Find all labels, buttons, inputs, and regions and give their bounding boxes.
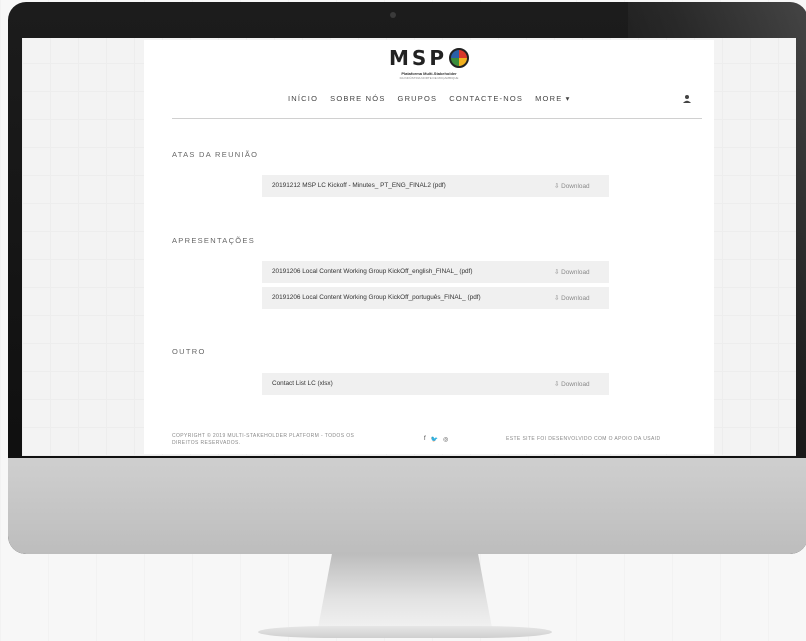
- nav-more-dropdown[interactable]: MORE ▾: [535, 94, 571, 103]
- webpage: MSP Plataforma Multi-Stakeholder DA INDÚ…: [144, 40, 714, 454]
- section-title-minutes: ATAS DA REUNIÃO: [172, 150, 259, 159]
- file-name[interactable]: 20191212 MSP LC Kickoff - Minutes_ PT_EN…: [272, 182, 446, 189]
- site-logo[interactable]: MSP Plataforma Multi-Stakeholder DA INDÚ…: [144, 46, 714, 80]
- facebook-icon[interactable]: f: [424, 436, 426, 443]
- twitter-icon[interactable]: 🐦: [431, 436, 438, 443]
- logo-text: MSP: [389, 46, 447, 70]
- file-name[interactable]: Contact List LC (xlsx): [272, 380, 333, 387]
- user-icon[interactable]: [682, 94, 692, 104]
- download-button[interactable]: ⇩ Download: [554, 380, 590, 388]
- download-button[interactable]: ⇩ Download: [554, 182, 590, 190]
- download-button[interactable]: ⇩ Download: [554, 294, 590, 302]
- file-row: 20191206 Local Content Working Group Kic…: [262, 287, 609, 309]
- file-name[interactable]: 20191206 Local Content Working Group Kic…: [272, 268, 472, 275]
- file-row: 20191212 MSP LC Kickoff - Minutes_ PT_EN…: [262, 175, 609, 197]
- section-title-presentations: APRESENTAÇÕES: [172, 236, 256, 245]
- footer-copyright: COPYRIGHT © 2019 MULTI-STAKEHOLDER PLATF…: [172, 433, 355, 446]
- file-row: Contact List LC (xlsx) ⇩ Download: [262, 373, 609, 395]
- nav-sobre-nos[interactable]: SOBRE NÓS: [330, 94, 385, 103]
- camera-dot: [390, 12, 396, 18]
- main-nav: INÍCIO SOBRE NÓS GRUPOS CONTACTE-NOS MOR…: [144, 94, 714, 108]
- monitor-chin: [8, 458, 806, 554]
- nav-divider: [172, 118, 702, 119]
- monitor-stand-base: [258, 626, 552, 638]
- monitor-stand: [318, 554, 492, 628]
- footer-social-links: f 🐦 ◎: [424, 436, 448, 443]
- logo-tagline: DA INDÚSTRIA NORTE DE MOÇAMBIQUE: [399, 76, 459, 80]
- footer-credit: ESTE SITE FOI DESENVOLVIDO COM O APOIO D…: [506, 436, 661, 442]
- instagram-icon[interactable]: ◎: [443, 436, 448, 443]
- file-name[interactable]: 20191206 Local Content Working Group Kic…: [272, 294, 481, 301]
- nav-contacte-nos[interactable]: CONTACTE-NOS: [449, 94, 523, 103]
- download-button[interactable]: ⇩ Download: [554, 268, 590, 276]
- file-row: 20191206 Local Content Working Group Kic…: [262, 261, 609, 283]
- section-title-other: OUTRO: [172, 347, 206, 356]
- logo-mark-icon: [448, 48, 469, 68]
- nav-grupos[interactable]: GRUPOS: [398, 94, 438, 103]
- nav-inicio[interactable]: INÍCIO: [288, 94, 318, 103]
